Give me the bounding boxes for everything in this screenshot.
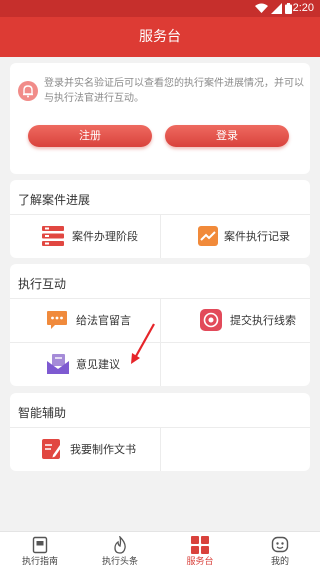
section-title: 执行互动: [18, 277, 67, 291]
grid-icon: [191, 536, 209, 554]
document-edit-icon: [42, 439, 62, 459]
flame-icon: [114, 536, 126, 554]
smart-assist-section: 智能辅助 我要制作文书: [10, 393, 310, 471]
divider: [160, 427, 161, 471]
trend-chart-icon: [198, 226, 218, 246]
envelope-icon: [47, 354, 69, 374]
tab-execution-guide[interactable]: 执行指南: [0, 532, 80, 568]
item-label: 给法官留言: [76, 314, 131, 327]
signal-icon: [271, 3, 282, 14]
case-stage-item[interactable]: 案件办理阶段: [10, 216, 160, 256]
battery-icon: [285, 3, 292, 14]
page-title: 服务台: [0, 17, 320, 57]
pointer-arrow-annotation: [131, 323, 155, 364]
target-icon: [200, 309, 222, 331]
section-title: 了解案件进展: [18, 193, 91, 207]
tab-label: 我的: [270, 557, 289, 567]
login-notice-card: 登录并实名验证后可以查看您的执行案件进展情况，并可以与执行法官进行互动。 注册 …: [10, 63, 310, 174]
item-label: 案件执行记录: [224, 230, 290, 243]
item-label: 案件办理阶段: [72, 230, 138, 243]
section-title: 智能辅助: [18, 406, 67, 420]
tab-service-desk[interactable]: 服务台: [160, 532, 240, 568]
tab-label: 执行指南: [21, 557, 58, 567]
submit-clue-item[interactable]: 提交执行线索: [160, 300, 310, 340]
register-button[interactable]: 注册: [28, 125, 152, 147]
status-time: 2:20: [292, 2, 314, 14]
guide-book-icon: [32, 536, 48, 554]
execution-record-item[interactable]: 案件执行记录: [160, 216, 310, 256]
list-icon: [42, 226, 64, 246]
smiley-face-icon: [271, 536, 289, 553]
status-bar: 2:20: [0, 0, 320, 17]
tab-label: 服务台: [186, 557, 214, 567]
item-label: 意见建议: [76, 358, 120, 371]
execution-interaction-section: 执行互动 给法官留言 提交执行线索 意见建议: [10, 264, 310, 386]
make-document-item[interactable]: 我要制作文书: [10, 429, 160, 469]
case-progress-section: 了解案件进展 案件办理阶段 案件执行记录: [10, 180, 310, 258]
login-notice-text: 登录并实名验证后可以查看您的执行案件进展情况，并可以与执行法官进行互动。: [44, 78, 304, 104]
tab-execution-headlines[interactable]: 执行头条: [80, 532, 160, 568]
item-label: 提交执行线索: [230, 314, 296, 327]
tab-mine[interactable]: 我的: [240, 532, 320, 568]
tab-label: 执行头条: [101, 557, 138, 567]
wifi-icon: [255, 3, 268, 13]
chat-bubble-icon: [47, 311, 67, 329]
login-button[interactable]: 登录: [165, 125, 289, 147]
bottom-tab-bar: 执行指南 执行头条 服务台 我的: [0, 531, 320, 568]
item-label: 我要制作文书: [70, 443, 136, 456]
bell-icon: [18, 81, 38, 101]
